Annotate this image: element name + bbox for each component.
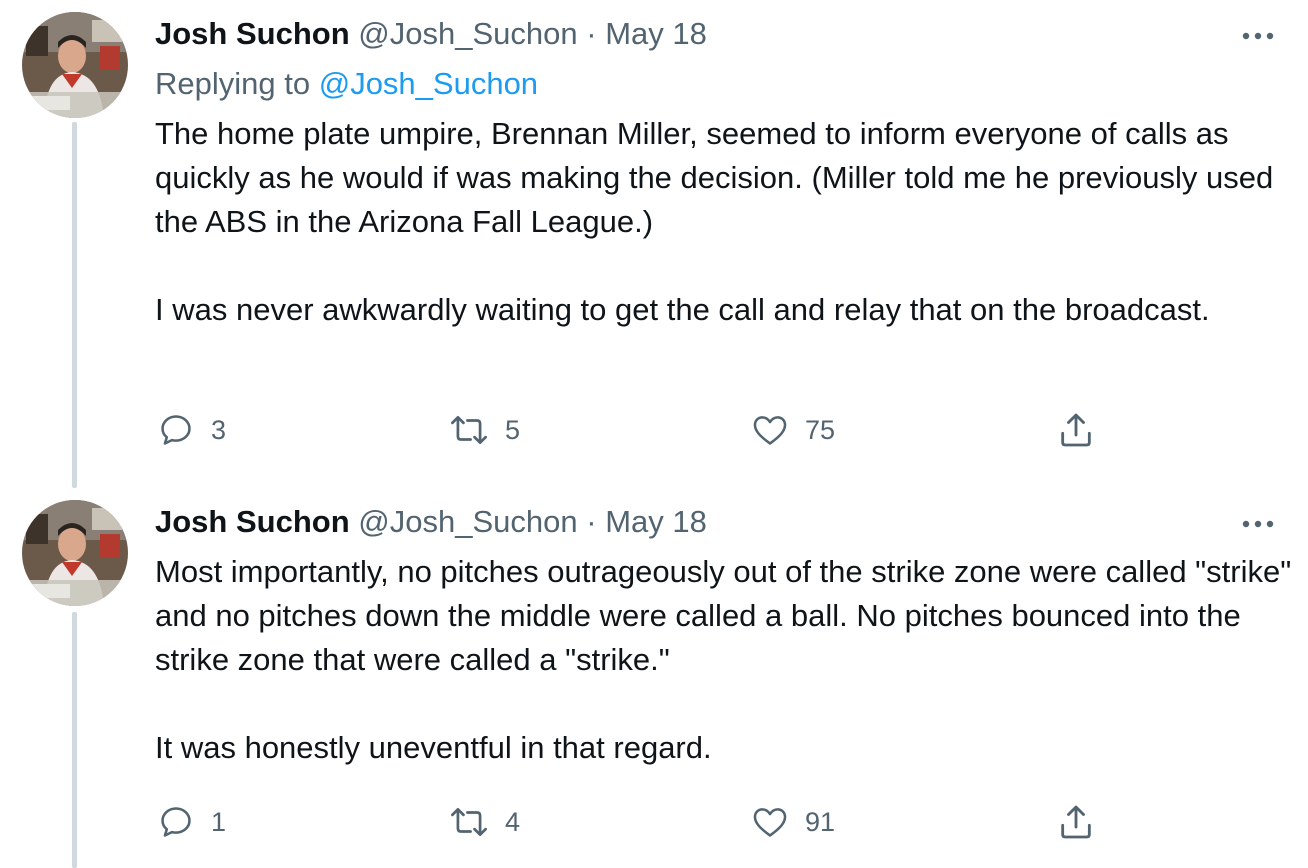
more-options-icon: [1242, 32, 1274, 40]
retweet-icon: [451, 415, 487, 445]
separator: ·: [586, 504, 597, 539]
like-count: 75: [805, 414, 836, 445]
retweet-count: 5: [505, 414, 521, 445]
tweet-text: Most importantly, no pitches outrageousl…: [155, 550, 1295, 770]
retweet-count: 4: [505, 806, 521, 837]
author-handle[interactable]: @Josh_Suchon: [358, 16, 577, 51]
more-options-icon: [1242, 520, 1274, 528]
share-icon: [1061, 805, 1091, 839]
tweet-actions: 3 5 75: [155, 408, 1155, 452]
like-count: 91: [805, 806, 836, 837]
tweet-text: The home plate umpire, Brennan Miller, s…: [155, 112, 1295, 332]
share-button[interactable]: [1055, 800, 1097, 844]
tweet-date[interactable]: May 18: [605, 16, 707, 51]
more-options-button[interactable]: [1238, 26, 1278, 46]
reply-icon: [161, 807, 191, 837]
separator: ·: [586, 16, 597, 51]
tweet-paragraph: The home plate umpire, Brennan Miller, s…: [155, 116, 1274, 239]
reply-count: 3: [211, 414, 227, 445]
replying-to: Replying to @Josh_Suchon: [155, 64, 538, 104]
avatar[interactable]: [22, 12, 128, 118]
replying-to-mention[interactable]: @Josh_Suchon: [319, 66, 538, 101]
retweet-icon: [451, 807, 487, 837]
author-name[interactable]: Josh Suchon: [155, 16, 350, 51]
heart-icon: [753, 808, 787, 837]
tweet-date[interactable]: May 18: [605, 504, 707, 539]
reply-icon: [161, 415, 191, 445]
tweet-actions: 1 4 91: [155, 800, 1155, 844]
author-handle[interactable]: @Josh_Suchon: [358, 504, 577, 539]
retweet-button[interactable]: 4: [447, 800, 520, 844]
tweet-header: Josh Suchon @Josh_Suchon · May 18: [155, 502, 707, 542]
share-button[interactable]: [1055, 408, 1097, 452]
reply-count: 1: [211, 806, 227, 837]
tweet-paragraph: Most importantly, no pitches outrageousl…: [155, 554, 1292, 677]
reply-button[interactable]: 3: [155, 408, 226, 452]
tweet[interactable]: Josh Suchon @Josh_Suchon · May 18 Replyi…: [0, 0, 1308, 480]
tweet-paragraph: It was honestly uneventful in that regar…: [155, 730, 712, 765]
author-name[interactable]: Josh Suchon: [155, 504, 350, 539]
replying-to-label: Replying to: [155, 66, 311, 101]
tweet[interactable]: Josh Suchon @Josh_Suchon · May 18 Most i…: [0, 488, 1308, 868]
share-icon: [1061, 413, 1091, 447]
avatar[interactable]: [22, 500, 128, 606]
like-button[interactable]: 75: [749, 408, 835, 452]
more-options-button[interactable]: [1238, 514, 1278, 534]
tweet-paragraph: I was never awkwardly waiting to get the…: [155, 292, 1210, 327]
retweet-button[interactable]: 5: [447, 408, 520, 452]
tweet-header: Josh Suchon @Josh_Suchon · May 18: [155, 14, 707, 54]
like-button[interactable]: 91: [749, 800, 835, 844]
heart-icon: [753, 416, 787, 445]
reply-button[interactable]: 1: [155, 800, 226, 844]
